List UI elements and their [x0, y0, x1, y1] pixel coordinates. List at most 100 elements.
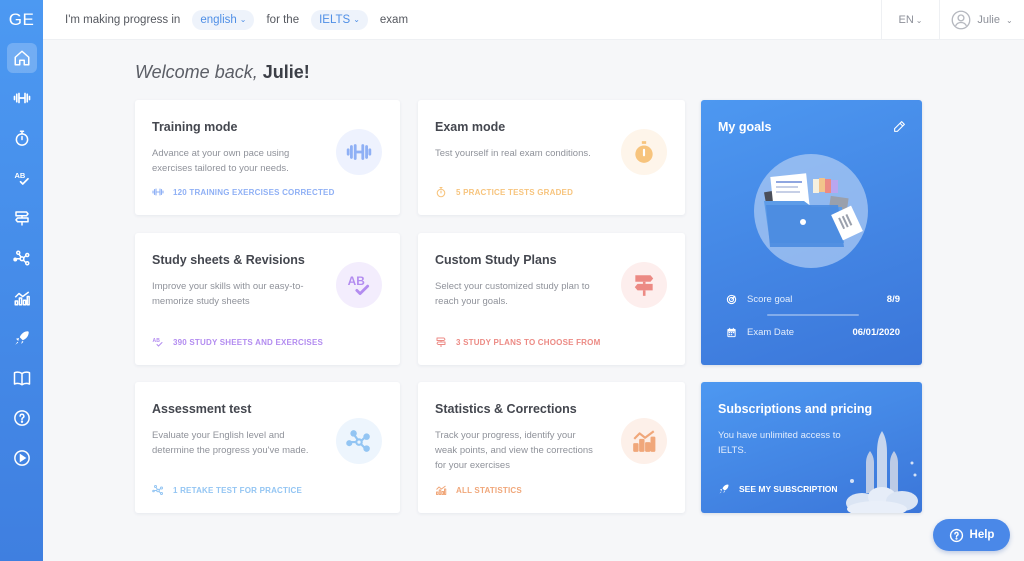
statistics-card[interactable]: Statistics & Corrections Track your prog… — [418, 382, 685, 513]
language-select[interactable]: english ⌄ — [192, 9, 255, 30]
ui-language-select[interactable]: EN ⌄ — [881, 0, 939, 40]
topbar: I'm making progress in english ⌄ for the… — [43, 0, 1024, 40]
assessment-footer-link[interactable]: 1 RETAKE TEST FOR PRACTICE — [152, 484, 302, 496]
card-description: Evaluate your English level and determin… — [152, 430, 309, 456]
chart-icon — [14, 291, 30, 306]
rocket-icon — [14, 331, 29, 345]
assessment-badge — [336, 418, 382, 464]
ab-check-icon: AB — [153, 338, 163, 347]
study-plans-footer-link[interactable]: 3 STUDY PLANS TO CHOOSE FROM — [435, 336, 600, 348]
sidebar-item-exam[interactable] — [7, 123, 37, 153]
exam-select[interactable]: IELTS ⌄ — [311, 9, 368, 30]
card-footer-text: 390 STUDY SHEETS AND EXERCISES — [173, 337, 324, 347]
ui-language-value: EN — [898, 14, 914, 26]
chart-icon — [436, 485, 447, 495]
sidebar-item-subscription[interactable] — [7, 323, 37, 353]
sidebar-item-study-sheets[interactable]: AB — [7, 163, 37, 193]
training-badge — [336, 129, 382, 175]
book-icon — [13, 371, 30, 386]
rocket-illustration — [846, 431, 918, 513]
card-footer-text: 120 TRAINING EXERCISES CORRECTED — [173, 187, 335, 197]
help-button[interactable]: Help — [933, 519, 1010, 551]
question-circle-icon — [13, 410, 30, 426]
calendar-icon — [727, 327, 736, 338]
svg-text:AB: AB — [348, 274, 366, 288]
card-description: Test yourself in real exam conditions. — [435, 148, 591, 159]
statistics-footer-link[interactable]: ALL STATISTICS — [435, 484, 522, 496]
ab-check-icon: AB — [14, 171, 29, 185]
card-title: Custom Study Plans — [435, 253, 557, 267]
card-footer-text: 1 RETAKE TEST FOR PRACTICE — [173, 485, 303, 495]
study-sheets-card[interactable]: Study sheets & Revisions Improve your sk… — [135, 233, 400, 365]
subscription-title: Subscriptions and pricing — [718, 402, 873, 416]
chevron-down-icon: ⌄ — [353, 15, 360, 24]
card-title: Training mode — [152, 120, 238, 134]
welcome-greeting: Welcome back, — [135, 62, 258, 82]
sidebar-item-library[interactable] — [7, 363, 37, 393]
signpost-icon — [634, 275, 654, 296]
question-circle-icon — [949, 528, 963, 542]
avatar-icon — [951, 10, 971, 30]
rocket-icon — [719, 484, 729, 494]
target-icon — [726, 294, 737, 305]
language-select-value: english — [200, 13, 237, 26]
study-sheets-footer-link[interactable]: AB 390 STUDY SHEETS AND EXERCISES — [152, 336, 323, 348]
help-label: Help — [969, 529, 995, 541]
sidebar-item-tutorial[interactable] — [7, 443, 37, 473]
training-footer-link[interactable]: 120 TRAINING EXERCISES CORRECTED — [152, 186, 335, 198]
card-title: Assessment test — [152, 402, 252, 416]
card-footer-text: 3 STUDY PLANS TO CHOOSE FROM — [456, 337, 601, 347]
folder-illustration — [754, 154, 868, 268]
exam-footer-link[interactable]: 5 PRACTICE TESTS GRADED — [435, 186, 573, 198]
card-title: Statistics & Corrections — [435, 402, 577, 416]
user-menu[interactable]: Julie ⌄ — [939, 0, 1024, 40]
user-name: Julie — [977, 14, 1000, 26]
network-icon — [152, 485, 163, 495]
exam-date-value: 06/01/2020 — [852, 327, 900, 338]
goals-title: My goals — [718, 120, 772, 134]
stopwatch-icon — [436, 186, 446, 198]
sidebar-item-study-plans[interactable] — [7, 203, 37, 233]
sidebar-item-training[interactable] — [7, 83, 37, 113]
app-logo[interactable]: GE — [0, 0, 43, 40]
see-subscription-link[interactable]: SEE MY SUBSCRIPTION — [718, 483, 838, 495]
study-plans-card[interactable]: Custom Study Plans Select your customize… — [418, 233, 685, 365]
exam-date-label: Exam Date — [747, 327, 794, 338]
welcome-heading: Welcome back, Julie! — [135, 62, 310, 83]
card-footer-text: 5 PRACTICE TESTS GRADED — [456, 187, 574, 197]
study-plans-badge — [621, 262, 667, 308]
dumbbell-icon — [346, 144, 372, 160]
signpost-icon — [14, 211, 29, 226]
card-description: Improve your skills with our easy-to-mem… — [152, 281, 304, 307]
card-footer-text: ALL STATISTICS — [456, 485, 522, 495]
score-goal-value: 8/9 — [886, 294, 900, 305]
assessment-test-card[interactable]: Assessment test Evaluate your English le… — [135, 382, 400, 513]
welcome-name: Julie! — [262, 62, 310, 82]
see-subscription-label: SEE MY SUBSCRIPTION — [739, 484, 838, 494]
study-sheets-badge: AB — [336, 262, 382, 308]
chevron-down-icon: ⌄ — [239, 15, 247, 24]
sidebar-item-statistics[interactable] — [7, 283, 37, 313]
dumbbell-icon — [152, 188, 164, 196]
subscription-card: Subscriptions and pricing You have unlim… — [701, 382, 922, 513]
dumbbell-icon — [13, 92, 30, 104]
sidebar-item-help[interactable] — [7, 403, 37, 433]
network-icon — [12, 250, 29, 266]
topbar-suffix: exam — [379, 13, 409, 26]
ab-check-icon: AB — [348, 274, 370, 296]
card-title: Study sheets & Revisions — [152, 253, 305, 267]
exam-mode-card[interactable]: Exam mode Test yourself in real exam con… — [418, 100, 685, 215]
pencil-icon[interactable] — [893, 120, 906, 133]
topbar-prefix: I'm making progress in — [65, 13, 181, 26]
svg-text:AB: AB — [14, 171, 25, 180]
subscription-description: You have unlimited access to IELTS. — [718, 430, 841, 456]
exam-badge — [621, 129, 667, 175]
my-goals-card: My goals Score goal 8/9 Exam Date 06/01/… — [701, 100, 922, 365]
sidebar-item-home[interactable] — [6, 43, 37, 73]
network-icon — [346, 430, 370, 452]
sidebar-item-assessment[interactable] — [7, 243, 37, 273]
training-mode-card[interactable]: Training mode Advance at your own pace u… — [135, 100, 400, 215]
card-description: Select your customized study plan to rea… — [435, 281, 590, 307]
stopwatch-icon — [635, 141, 653, 163]
chevron-down-icon: ⌄ — [915, 15, 923, 25]
